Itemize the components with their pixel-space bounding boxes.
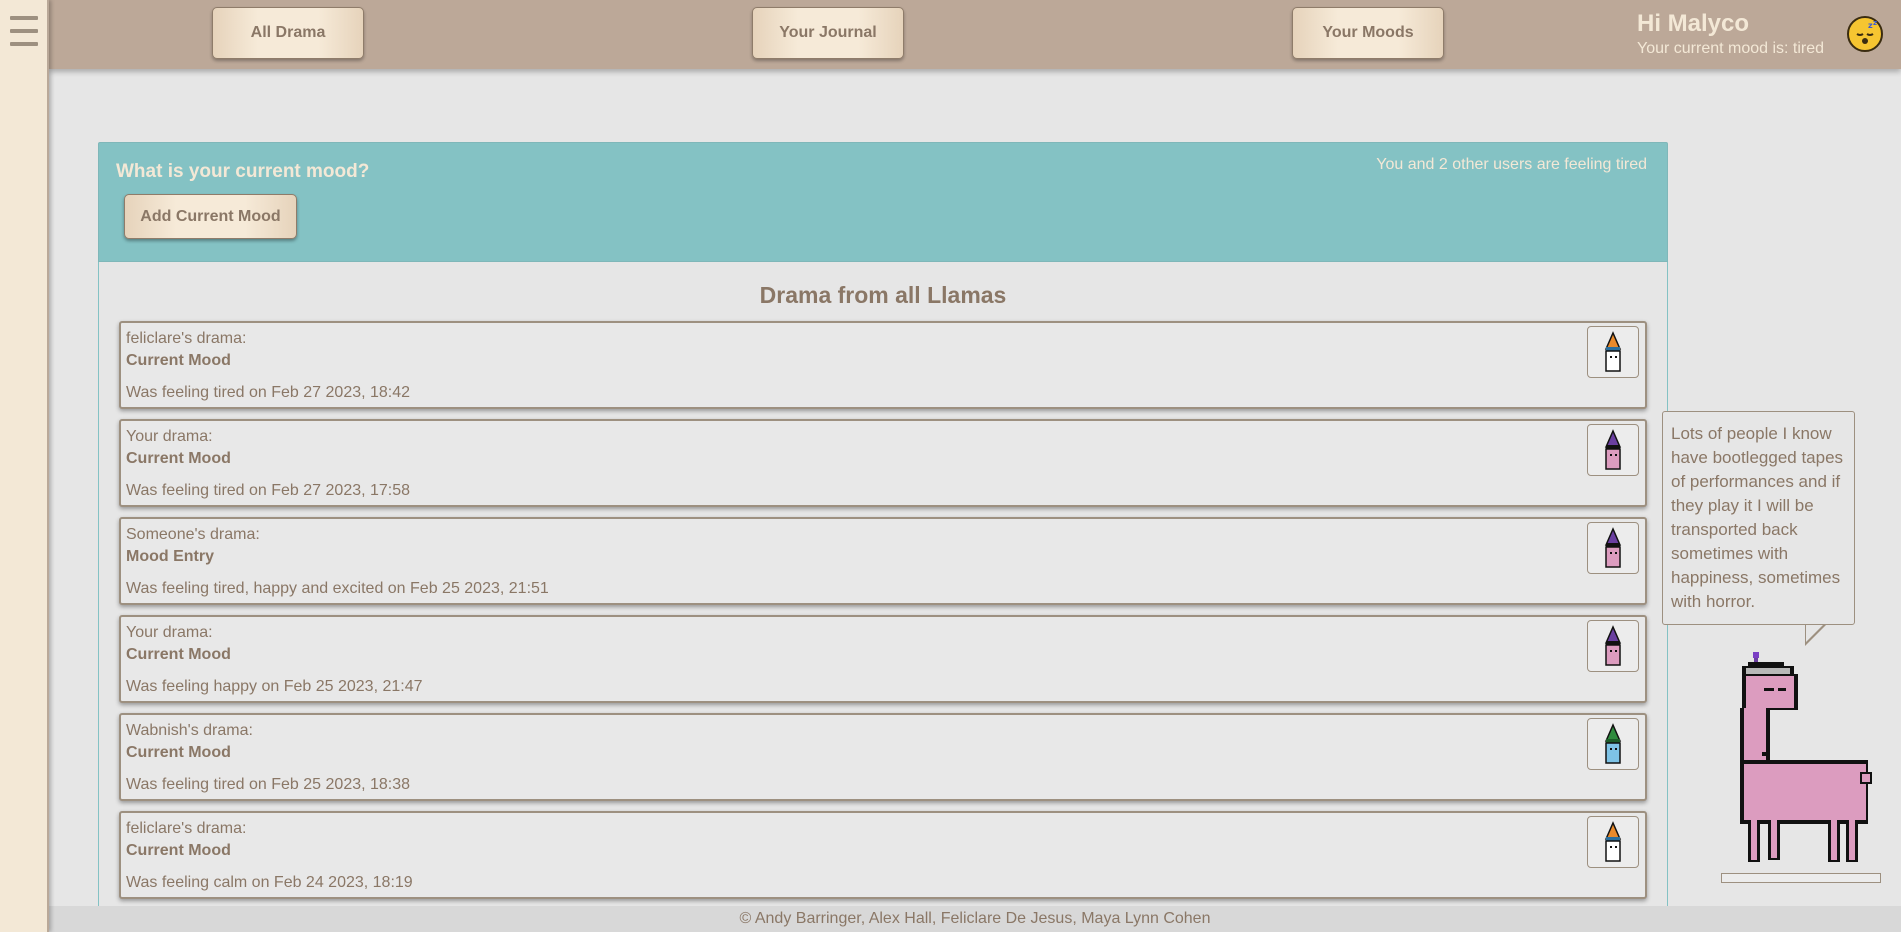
entry-title: Current Mood xyxy=(126,352,231,369)
user-greeting: Hi Malyco xyxy=(1637,10,1750,37)
entry-owner: feliclare's drama: xyxy=(126,330,247,347)
entry-title: Current Mood xyxy=(126,744,231,761)
feed-entry[interactable]: Your drama: Current Mood Was feeling happy… xyxy=(119,615,1647,703)
all-drama-button[interactable]: All Drama xyxy=(212,7,364,59)
top-navigation-bar: All Drama Your Journal Your Moods xyxy=(49,0,1901,69)
hamburger-menu-icon[interactable] xyxy=(10,16,38,46)
footer-credits: © Andy Barringer, Alex Hall, Feliclare D… xyxy=(49,906,1901,932)
feed-entry[interactable]: feliclare's drama: Current Mood Was feelin… xyxy=(119,811,1647,899)
entry-description: Was feeling tired on Feb 27 2023, 18:42 xyxy=(126,384,411,401)
entry-description: Was feeling calm on Feb 24 2023, 18:19 xyxy=(126,874,413,891)
llama-crown-avatar[interactable] xyxy=(1587,522,1639,574)
feed-entry[interactable]: feliclare's drama: Current Mood Was feelin… xyxy=(119,321,1647,409)
entry-owner: Someone's drama: xyxy=(126,526,260,543)
llama-crown-avatar[interactable] xyxy=(1587,424,1639,476)
entry-description: Was feeling tired on Feb 25 2023, 18:38 xyxy=(126,776,411,793)
add-current-mood-button[interactable]: Add Current Mood xyxy=(124,194,297,239)
entry-owner: feliclare's drama: xyxy=(126,820,247,837)
feed-entry[interactable]: Wabnish's drama: Current Mood Was feeling … xyxy=(119,713,1647,801)
drama-feed: Drama from all Llamas feliclare's drama:… xyxy=(98,262,1668,912)
entry-title: Current Mood xyxy=(126,450,231,467)
svg-text:z: z xyxy=(1873,19,1877,27)
current-mood-status: Your current mood is: tired xyxy=(1637,40,1825,57)
feed-title: Drama from all Llamas xyxy=(759,282,1007,308)
entry-owner: Wabnish's drama: xyxy=(126,722,253,739)
llama-stand xyxy=(1721,873,1881,883)
llama-crown-avatar[interactable] xyxy=(1587,620,1639,672)
shared-mood-count: You and 2 other users are feeling tired xyxy=(1376,156,1647,173)
feed-entry[interactable]: Your drama: Current Mood Was feeling tired… xyxy=(119,419,1647,507)
entry-title: Current Mood xyxy=(126,646,231,663)
entry-description: Was feeling tired on Feb 27 2023, 17:58 xyxy=(126,482,411,499)
entry-description: Was feeling happy on Feb 25 2023, 21:47 xyxy=(126,678,423,695)
mood-question: What is your current mood? xyxy=(116,161,370,182)
llama-party-hat-avatar[interactable] xyxy=(1587,816,1639,868)
your-journal-button[interactable]: Your Journal xyxy=(752,7,904,59)
entry-description: Was feeling tired, happy and excited on … xyxy=(126,580,549,597)
side-menu-strip xyxy=(0,0,49,932)
llama-green-cap-avatar[interactable] xyxy=(1587,718,1639,770)
your-moods-button[interactable]: Your Moods xyxy=(1292,7,1444,59)
feed-entry[interactable]: Someone's drama: Mood Entry Was feeling ti… xyxy=(119,517,1647,605)
entry-title: Mood Entry xyxy=(126,548,214,565)
entry-owner: Your drama: xyxy=(126,624,213,641)
llama-speech-bubble: Lots of people I know have bootlegged ta… xyxy=(1662,411,1855,625)
speech-bubble-tail xyxy=(1805,623,1827,646)
entry-owner: Your drama: xyxy=(126,428,213,445)
llama-mascot-icon xyxy=(1740,652,1872,862)
sleepy-face-icon[interactable]: z z xyxy=(1847,16,1883,52)
llama-party-hat-avatar[interactable] xyxy=(1587,326,1639,378)
current-mood-panel: What is your current mood? You and 2 oth… xyxy=(98,142,1668,262)
entry-title: Current Mood xyxy=(126,842,231,859)
feed-list: feliclare's drama: Current Mood Was feelin… xyxy=(119,321,1647,909)
